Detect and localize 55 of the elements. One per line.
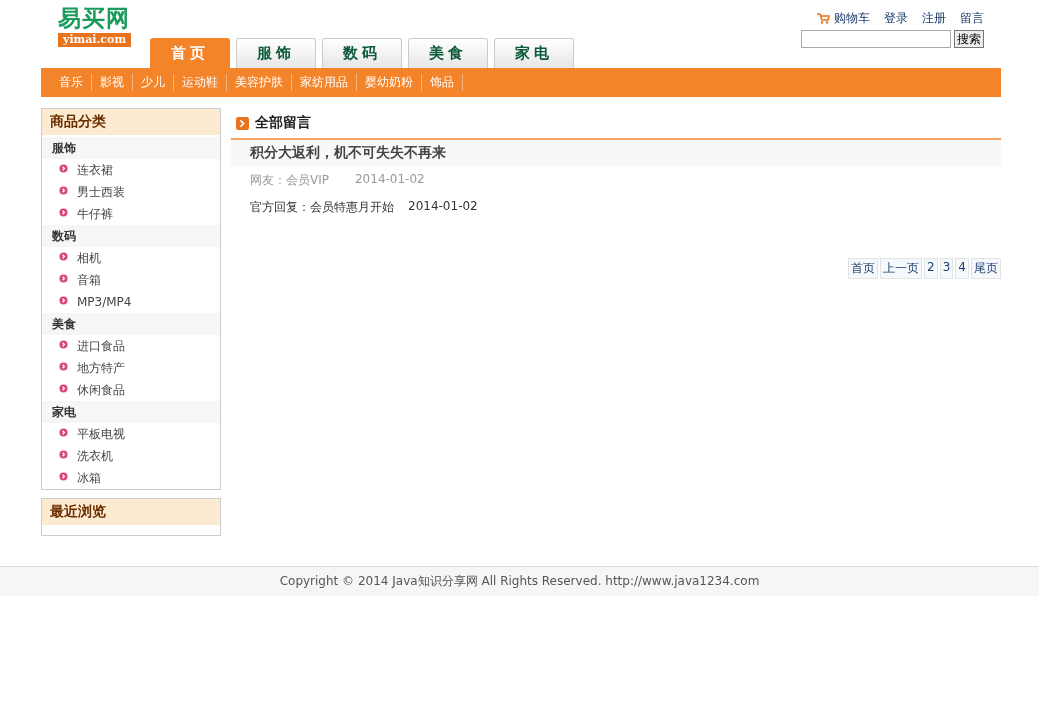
message-subject: 积分大返利，机不可失失不再来	[231, 140, 1001, 166]
category-link[interactable]: 休闲食品	[77, 381, 125, 399]
category-link[interactable]: 男士西装	[77, 183, 125, 201]
category-link[interactable]: 冰箱	[77, 469, 101, 487]
page-link[interactable]: 尾页	[971, 258, 1001, 279]
copyright-text: Copyright © 2014 Java知识分享网 All Rights Reserved. http://www.java1234.com	[279, 573, 760, 590]
page-link[interactable]: 首页	[848, 258, 879, 279]
logo-name[interactable]: 易买网	[58, 5, 130, 31]
top-link[interactable]: 留言	[960, 10, 984, 27]
nav-tab[interactable]: 家电	[494, 38, 575, 68]
message-author: 网友：会员VIP	[250, 172, 329, 189]
category-heading[interactable]: 美食	[42, 313, 220, 335]
reply-text: 官方回复：会员特惠月开始	[250, 199, 394, 216]
category-link[interactable]: 地方特产	[77, 359, 125, 377]
bullet-icon	[59, 449, 68, 459]
top-link[interactable]: 注册	[922, 10, 946, 27]
category-heading[interactable]: 服饰	[42, 137, 220, 159]
bullet-icon	[59, 185, 68, 195]
top-link[interactable]: 登录	[884, 10, 908, 27]
page-link[interactable]: 3	[939, 258, 954, 279]
bullet-icon	[59, 207, 68, 217]
bullet-icon	[59, 383, 68, 393]
category-link[interactable]: 相机	[77, 249, 101, 267]
category-link[interactable]: 进口食品	[77, 337, 125, 355]
section-title: 全部留言	[255, 114, 311, 132]
category-link[interactable]: 平板电视	[77, 425, 125, 443]
category-heading[interactable]: 数码	[42, 225, 220, 247]
category-link[interactable]: MP3/MP4	[77, 295, 132, 309]
box-title: 最近浏览	[42, 499, 220, 527]
reply-date: 2014-01-02	[408, 199, 478, 215]
category-link[interactable]: 连衣裙	[77, 161, 113, 179]
category-heading[interactable]: 家电	[42, 401, 220, 423]
bullet-icon	[59, 427, 68, 437]
page-link[interactable]: 上一页	[880, 258, 923, 279]
nav-tab[interactable]: 服饰	[236, 38, 317, 68]
nav-tab[interactable]: 美食	[408, 38, 489, 68]
search-field[interactable]	[801, 30, 951, 48]
category-link[interactable]: 洗衣机	[77, 447, 113, 465]
page-link[interactable]: 2	[924, 258, 938, 279]
top-link[interactable]: 购物车	[834, 10, 870, 27]
cart-icon	[816, 13, 830, 24]
box-title: 商品分类	[42, 109, 220, 137]
bullet-icon	[59, 339, 68, 349]
message-date: 2014-01-02	[355, 172, 425, 188]
bullet-icon	[59, 251, 68, 261]
bullet-icon	[59, 163, 68, 173]
bullet-icon	[59, 273, 68, 283]
category-link[interactable]: 牛仔裤	[77, 205, 113, 223]
nav-tab[interactable]: 数码	[322, 38, 403, 68]
category-link[interactable]: 音箱	[77, 271, 101, 289]
search-button[interactable]: 搜索	[954, 30, 984, 48]
bullet-icon	[59, 361, 68, 371]
bullet-icon	[59, 471, 68, 481]
page-link[interactable]: 4	[955, 258, 969, 279]
bullet-icon	[59, 295, 68, 305]
